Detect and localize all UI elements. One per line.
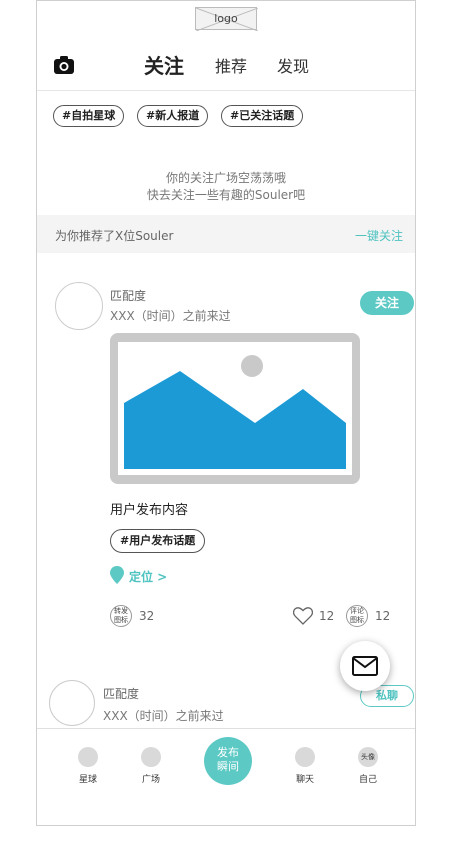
post-username[interactable]: 匹配度 [103, 685, 139, 702]
tab-discover[interactable]: 发现 [277, 53, 309, 77]
empty-state-line1: 你的关注广场空荡荡哦 [165, 171, 286, 185]
nav-item-square[interactable]: 广场 [131, 747, 171, 785]
planet-icon [78, 747, 98, 767]
location-label: 定位 > [129, 570, 168, 584]
envelope-icon [352, 656, 378, 676]
avatar-icon: 头像 [358, 747, 378, 767]
repost-count: 32 [139, 609, 155, 623]
avatar[interactable] [49, 680, 95, 726]
square-icon [141, 747, 161, 767]
topic-chip-followed[interactable]: #已关注话题 [221, 105, 304, 127]
app-screen: logo 关注 推荐 发现 #自拍星球 #新人报道 #已关注话题 你的关注广场空… [36, 0, 416, 826]
post-image[interactable] [110, 333, 360, 484]
image-placeholder-icon [118, 342, 352, 475]
heart-icon[interactable] [292, 607, 314, 625]
follow-all-button[interactable]: 一键关注 [355, 227, 403, 244]
comment-count: 12 [375, 609, 391, 623]
topic-chip-selfie[interactable]: #自拍星球 [53, 105, 125, 127]
topic-chip-newcomer[interactable]: #新人报道 [137, 105, 209, 127]
logo: logo [195, 7, 258, 31]
nav-item-planet[interactable]: 星球 [68, 747, 108, 785]
tab-recommended[interactable]: 推荐 [215, 53, 247, 77]
comment-icon[interactable]: 评论图标 [346, 605, 368, 627]
logo-text: logo [214, 12, 238, 25]
avatar[interactable] [55, 282, 103, 330]
publish-moment-button[interactable]: 发布 瞬间 [204, 737, 252, 785]
follow-button[interactable]: 关注 [360, 291, 414, 315]
nav-item-me[interactable]: 头像 自己 [348, 747, 388, 785]
publish-label-line1: 发布 [217, 746, 239, 759]
post-username[interactable]: 匹配度 [110, 287, 146, 304]
header-divider [37, 90, 415, 91]
recommend-bar: 为你推荐了X位Souler 一键关注 [37, 215, 415, 253]
message-fab[interactable] [340, 641, 390, 691]
post-topic-chip[interactable]: #用户发布话题 [110, 529, 206, 553]
post-time: XXX（时间）之前来过 [110, 309, 231, 323]
like-count: 12 [319, 609, 335, 623]
tab-following[interactable]: 关注 [144, 50, 184, 79]
nav-item-chat[interactable]: 聊天 [285, 747, 325, 785]
nav-label: 广场 [141, 775, 160, 785]
recommend-text: 为你推荐了X位Souler [55, 229, 174, 243]
empty-state-line2: 快去关注一些有趣的Souler吧 [146, 188, 306, 202]
camera-icon[interactable] [53, 55, 75, 75]
publish-label-line2: 瞬间 [217, 760, 239, 773]
repost-icon[interactable]: 转发图标 [110, 605, 132, 627]
post-content: 用户发布内容 [110, 503, 189, 518]
nav-label: 星球 [78, 775, 97, 785]
location-pin-icon [110, 566, 124, 584]
chat-icon [295, 747, 315, 767]
nav-label: 自己 [358, 775, 377, 785]
post-time: XXX（时间）之前来过 [103, 709, 224, 723]
nav-label: 聊天 [295, 775, 314, 785]
